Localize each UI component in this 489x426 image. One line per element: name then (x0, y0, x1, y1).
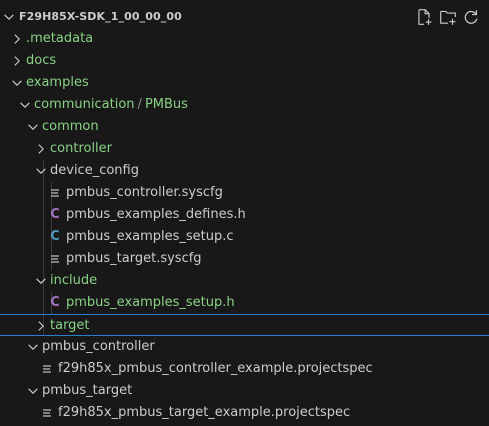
tree-file[interactable]: pmbus_target.syscfg (0, 248, 489, 270)
tree-folder[interactable]: common (0, 116, 489, 138)
tree-item-name: target (50, 318, 90, 333)
file-lines-icon (43, 365, 51, 373)
chevron-down-icon[interactable] (18, 98, 32, 112)
explorer-actions (415, 8, 485, 26)
tree-file[interactable]: f29h85x_pmbus_target_example.projectspec (0, 402, 489, 424)
tree-item-label: examples (26, 75, 89, 91)
tree-item-label: pmbus_controller.syscfg (66, 185, 223, 201)
file-lines-icon (51, 255, 59, 263)
tree-folder[interactable]: .metadata (0, 28, 489, 50)
tree-item-name: include (50, 273, 98, 288)
chevron-down-icon[interactable] (34, 164, 48, 178)
tree-item-name: pmbus_controller (42, 339, 155, 354)
tree-folder[interactable]: target (0, 314, 489, 336)
tree-item-name: device_config (50, 163, 139, 178)
tree-item-name: f29h85x_pmbus_target_example.projectspec (58, 405, 351, 420)
tree-file[interactable]: Cpmbus_examples_setup.c (0, 226, 489, 248)
path-separator: / (137, 97, 142, 112)
tree-item-label: .metadata (26, 31, 93, 47)
new-file-icon[interactable] (415, 8, 433, 26)
tree-item-label: pmbus_target (42, 383, 132, 399)
tree-item-label: pmbus_controller (42, 339, 155, 355)
chevron-down-icon[interactable] (26, 384, 40, 398)
tree-item-name: .metadata (26, 31, 94, 46)
tree-item-name-compact: PMBus (144, 97, 188, 112)
tree-item-name: pmbus_examples_defines.h (66, 207, 246, 222)
tree-item-label: include (50, 273, 97, 289)
tree-item-name: examples (26, 75, 89, 90)
chevron-right-icon[interactable] (10, 32, 24, 46)
chevron-down-icon[interactable] (26, 120, 40, 134)
c-file-icon: C (50, 295, 60, 310)
c-file-icon: C (50, 229, 60, 244)
file-lines-icon (51, 189, 59, 197)
tree-file[interactable]: Cpmbus_examples_defines.h (0, 204, 489, 226)
tree-item-label: f29h85x_pmbus_target_example.projectspec (58, 405, 350, 421)
chevron-down-icon[interactable] (26, 340, 40, 354)
tree-item-label: controller (50, 141, 112, 157)
tree-item-name: pmbus_target.syscfg (66, 251, 202, 266)
explorer-title[interactable]: F29H85X-SDK_1_00_00_00 (19, 10, 182, 23)
tree-file[interactable]: pmbus_controller.syscfg (0, 182, 489, 204)
tree-item-name: common (42, 119, 99, 134)
refresh-icon[interactable] (462, 8, 480, 26)
tree-folder[interactable]: docs (0, 50, 489, 72)
tree-item-name: pmbus_examples_setup.h (66, 295, 235, 310)
tree-item-label: target (50, 318, 90, 334)
tree-item-label: pmbus_examples_defines.h (66, 207, 246, 223)
tree-item-label: pmbus_examples_setup.h (66, 295, 235, 311)
tree-item-name: communication (34, 97, 135, 112)
tree-file[interactable]: Cpmbus_examples_setup.h (0, 292, 489, 314)
tree-folder[interactable]: pmbus_target (0, 380, 489, 402)
tree-item-label: docs (26, 53, 56, 69)
chevron-right-icon[interactable] (34, 142, 48, 156)
chevron-down-icon[interactable] (2, 10, 16, 24)
chevron-down-icon[interactable] (34, 274, 48, 288)
file-lines-icon (43, 409, 51, 417)
chevron-down-icon[interactable] (10, 76, 24, 90)
tree-item-label: device_config (50, 163, 139, 179)
chevron-right-icon[interactable] (10, 54, 24, 68)
tree-folder[interactable]: include (0, 270, 489, 292)
tree-item-label: f29h85x_pmbus_controller_example.project… (58, 361, 373, 377)
tree-item-label: common (42, 119, 99, 135)
tree-item-name: pmbus_examples_setup.c (66, 229, 234, 244)
tree-folder[interactable]: communication / PMBus (0, 94, 489, 116)
tree-item-name: docs (26, 53, 57, 68)
tree-folder[interactable]: device_config (0, 160, 489, 182)
tree-item-name: pmbus_controller.syscfg (66, 185, 223, 200)
tree-file[interactable]: f29h85x_pmbus_controller_example.project… (0, 358, 489, 380)
chevron-right-icon[interactable] (34, 319, 48, 333)
tree-item-label: pmbus_examples_setup.c (66, 229, 234, 245)
tree-item-label: communication / PMBus (34, 97, 188, 113)
tree-item-label: pmbus_target.syscfg (66, 251, 202, 267)
tree-item-name: f29h85x_pmbus_controller_example.project… (58, 361, 373, 376)
tree-item-name: controller (50, 141, 113, 156)
new-folder-icon[interactable] (439, 8, 457, 26)
tree-folder[interactable]: controller (0, 138, 489, 160)
tree-folder[interactable]: examples (0, 72, 489, 94)
tree-item-name: pmbus_target (42, 383, 133, 398)
c-file-icon: C (50, 207, 60, 222)
tree-folder[interactable]: pmbus_controller (0, 336, 489, 358)
